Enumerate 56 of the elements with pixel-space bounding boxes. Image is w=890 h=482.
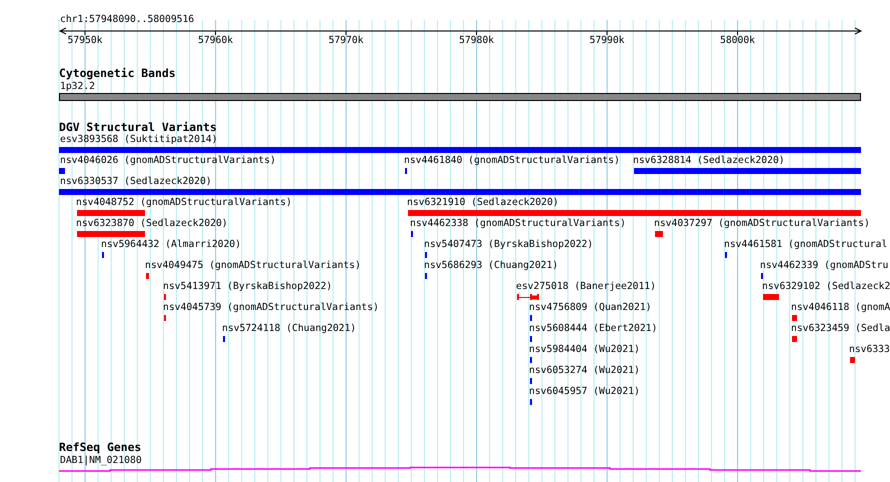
variant-label: nsv6333: [849, 344, 890, 355]
variant-label: nsv6328814 (Sedlazeck2020): [633, 155, 785, 166]
variant-label: esv3893568 (Suktitipat2014): [60, 134, 218, 145]
variant-bar[interactable]: [792, 336, 797, 342]
tick-label: 57980k: [458, 35, 495, 46]
variant-bar[interactable]: [634, 168, 861, 174]
variant-bar[interactable]: [77, 231, 145, 237]
variant-label: nsv6323870 (Sedlazeck2020): [76, 218, 228, 229]
band-label: 1p32.2: [60, 81, 95, 92]
variant-label: esv275018 (Banerjee2011): [516, 281, 656, 292]
variant-label: nsv4049475 (gnomADStructuralVariants): [145, 260, 361, 271]
variant-bar[interactable]: [59, 189, 861, 195]
variant-label: nsv4045739 (gnomADStructuralVariants): [163, 302, 379, 313]
track-title: Cytogenetic Bands: [59, 67, 176, 80]
variant-label: nsv5724118 (Chuang2021): [222, 323, 356, 334]
variant-interval[interactable]: [517, 294, 539, 300]
tick-label: 57960k: [197, 35, 234, 46]
gene-label: DAB1|NM_021080: [60, 455, 142, 466]
variant-label: nsv5608444 (Ebert2021): [529, 323, 658, 334]
variant-bar[interactable]: [850, 357, 855, 363]
tick-label: 58000k: [719, 35, 756, 46]
variant-label: nsv4048752 (gnomADStructuralVariants): [76, 197, 292, 208]
variant-bar[interactable]: [146, 273, 149, 279]
tick-label: 57950k: [66, 35, 104, 46]
variant-label: nsv4462339 (gnomADStru: [760, 260, 888, 271]
variant-label: nsv4756809 (Quan2021): [529, 302, 652, 313]
variant-bar[interactable]: [59, 168, 65, 174]
variant-label: nsv6330537 (Sedlazeck2020): [60, 176, 212, 187]
variant-label: nsv4037297 (gnomADStructuralVariants): [654, 218, 870, 229]
variant-label: nsv5964432 (Almarri2020): [101, 239, 241, 250]
variant-label: nsv6323459 (Sedla: [791, 323, 890, 334]
variant-label: nsv5407473 (ByrskaBishop2022): [424, 239, 594, 250]
location-label: chr1:57948090..58009516: [60, 14, 194, 25]
variant-label: nsv5686293 (Chuang2021): [424, 260, 558, 271]
variant-label: nsv5984404 (Wu2021): [529, 344, 640, 355]
variant-label: nsv4461840 (gnomADStructuralVariants): [404, 155, 620, 166]
variant-label: nsv4462338 (gnomADStructuralVariants): [410, 218, 626, 229]
variant-bar[interactable]: [59, 147, 861, 153]
variant-label: nsv6329102 (Sedlazeck2: [762, 281, 890, 292]
track-title: RefSeq Genes: [59, 441, 142, 454]
variant-bar[interactable]: [408, 210, 861, 216]
variant-label: nsv4046026 (gnomADStructuralVariants): [60, 155, 276, 166]
variant-label: nsv4461581 (gnomADStructural: [724, 239, 888, 250]
variant-label: nsv6053274 (Wu2021): [529, 365, 640, 376]
tick-label: 57970k: [328, 35, 364, 46]
variant-label: nsv4046118 (gnomA: [791, 302, 890, 313]
variant-bar[interactable]: [792, 315, 797, 321]
track-title: DGV Structural Variants: [59, 121, 217, 134]
variant-label: nsv6045957 (Wu2021): [529, 386, 640, 397]
tick-label: 57990k: [588, 35, 626, 46]
gene-model-line[interactable]: [59, 466, 861, 472]
variant-bar[interactable]: [655, 231, 663, 237]
variant-bar[interactable]: [77, 210, 145, 216]
variant-label: nsv6321910 (Sedlazeck2020): [407, 197, 559, 208]
variant-label: nsv5413971 (ByrskaBishop2022): [163, 281, 332, 292]
variant-bar[interactable]: [763, 294, 779, 300]
